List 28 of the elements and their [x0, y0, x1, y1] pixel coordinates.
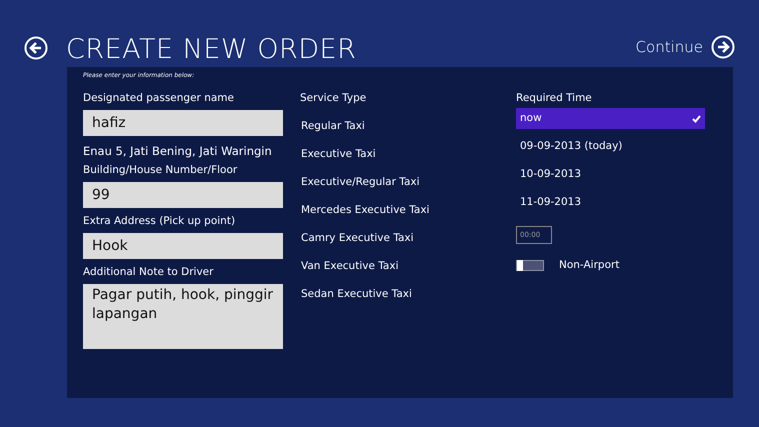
service-option[interactable]: Sedan Executive Taxi [300, 281, 412, 309]
continue-button[interactable]: Continue [636, 35, 735, 59]
field-label: Designated passenger name [83, 92, 235, 105]
column-heading: Required Time [516, 92, 593, 105]
time-option[interactable]: 10-09-2013 [516, 164, 705, 185]
input-field[interactable]: 99 [83, 182, 283, 208]
service-option[interactable]: Camry Executive Taxi [300, 225, 414, 253]
service-option[interactable]: Executive Taxi [300, 141, 376, 169]
address-text: Enau 5, Jati Bening, Jati Waringin [83, 143, 273, 160]
toggle-switch[interactable] [516, 260, 544, 271]
input-field[interactable]: Hook [83, 233, 283, 260]
check-icon [692, 114, 701, 122]
field-label: Additional Note to Driver [83, 266, 214, 280]
time-option[interactable]: 11-09-2013 [516, 192, 705, 213]
service-option[interactable]: Executive/Regular Taxi [300, 169, 420, 197]
page-title: CREATE NEW ORDER [66, 36, 356, 63]
note-field[interactable]: Pagar putih, hook, pinggir lapangan [83, 284, 283, 350]
back-button[interactable] [24, 36, 48, 60]
service-option[interactable]: Mercedes Executive Taxi [300, 197, 430, 225]
service-option[interactable]: Van Executive Taxi [300, 253, 398, 281]
time-option[interactable]: now [516, 108, 705, 129]
column-heading: Service Type [300, 92, 368, 105]
toggle-label: Non-Airport [559, 259, 620, 272]
input-field[interactable]: hafiz [83, 110, 283, 136]
field-label: Building/House Number/Floor [83, 164, 238, 178]
field-label: Extra Address (Pick up point) [83, 215, 236, 228]
time-option[interactable]: 09-09-2013 (today) [516, 136, 705, 157]
service-option[interactable]: Regular Taxi [300, 113, 365, 141]
